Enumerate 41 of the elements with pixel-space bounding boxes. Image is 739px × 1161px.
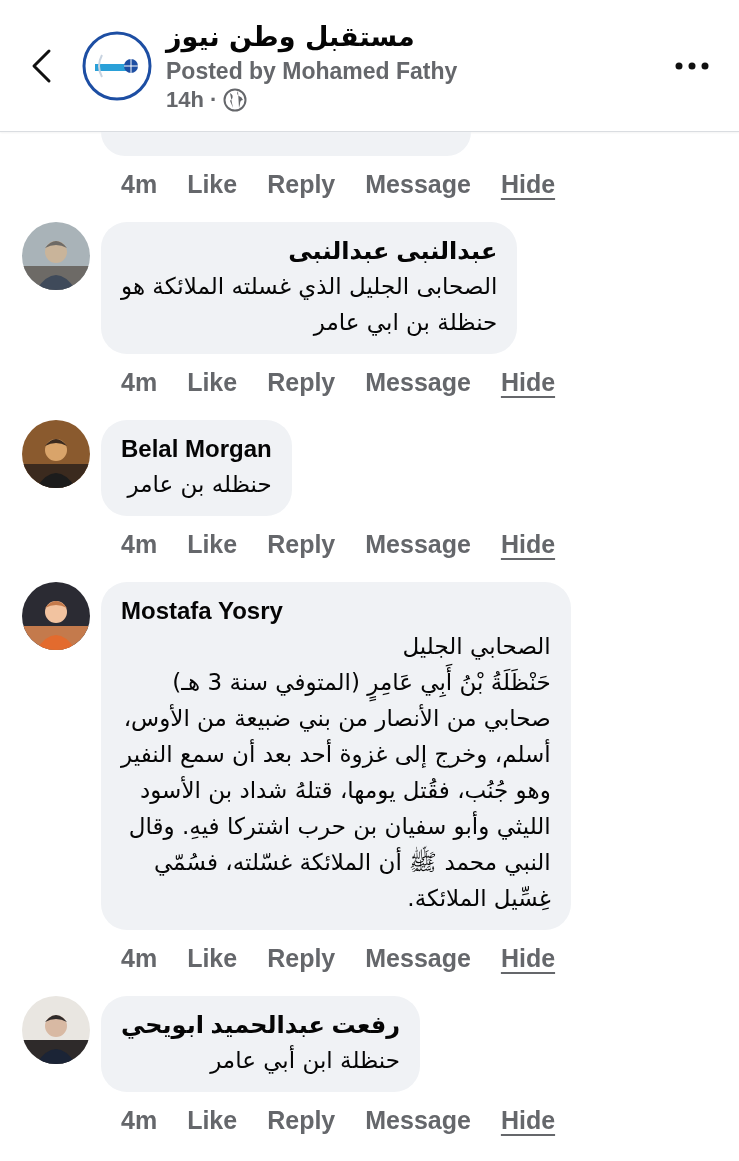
like-link[interactable]: Like: [187, 169, 238, 199]
message-link[interactable]: Message: [365, 943, 471, 973]
hide-link[interactable]: Hide: [500, 529, 556, 559]
hide-link[interactable]: Hide: [500, 169, 556, 199]
comment-text: الصحابى الجليل الذي غسلته الملائكة هو حنظلة بن ابي عامر: [121, 272, 498, 338]
comment-text: حنظلة ابن أبي عامر: [208, 1044, 401, 1076]
comment-time: 4m: [121, 529, 158, 559]
like-link[interactable]: Like: [187, 367, 238, 397]
like-link[interactable]: Like: [187, 943, 238, 973]
comment-time: 4m: [121, 1105, 158, 1135]
comment-text: الصحابي الجليل حَنْظَلَةُ بْنُ أَبِي عَامِرٍ (المتوفي سنة 3 هـ) صحابي من الأنصار من بني ضبيعة من الأوس، أسلم، وخرج إلى غزوة أحد بعد أن سمع النفير وهو جُنُب، فقُتل يومها، قتلهُ شداد بن الأسود الليثي وأبو سفيان بن حرب اشتركا فيهِ. وقال النبي محمد ﷺ أن الملائكة غسّلته، فسُمّي غِسِّيل الملائكة.: [121, 632, 551, 913]
globe-icon: [223, 87, 248, 112]
comment-author[interactable]: Mostafa Yosry: [121, 594, 551, 628]
message-link[interactable]: Message: [365, 529, 471, 559]
message-link[interactable]: Message: [365, 169, 471, 199]
reply-link[interactable]: Reply: [267, 1105, 336, 1135]
like-link[interactable]: Like: [187, 529, 238, 559]
logo-icon[interactable]: [82, 30, 152, 101]
comment-time: 4m: [121, 943, 158, 973]
comment-author[interactable]: عبدالنبى عبدالنبى: [121, 234, 498, 268]
message-link[interactable]: Message: [365, 1105, 471, 1135]
comment-time: 4m: [121, 367, 158, 397]
posted-by: Posted by Mohamed Fathy: [166, 56, 459, 86]
reply-link[interactable]: Reply: [267, 943, 336, 973]
post-time: 14h: [166, 86, 204, 113]
message-link[interactable]: Message: [365, 367, 471, 397]
like-link[interactable]: Like: [187, 1105, 238, 1135]
hide-link[interactable]: Hide: [500, 943, 556, 973]
comment-author[interactable]: Belal Morgan: [121, 432, 272, 466]
reply-link[interactable]: Reply: [267, 529, 336, 559]
comment-text: حنظله بن عامر: [125, 470, 272, 500]
more-icon[interactable]: [675, 61, 709, 70]
comment-time: 4m: [121, 169, 158, 199]
reply-link[interactable]: Reply: [267, 169, 336, 199]
page-name[interactable]: مستقبل وطن نيوز: [166, 18, 415, 55]
hide-link[interactable]: Hide: [500, 367, 556, 397]
separator-dot: ·: [209, 86, 218, 113]
reply-link[interactable]: Reply: [267, 367, 336, 397]
back-icon[interactable]: [30, 47, 52, 84]
comment-author[interactable]: رفعت عبدالحميد ابويحي: [121, 1008, 401, 1042]
hide-link[interactable]: Hide: [500, 1105, 556, 1135]
